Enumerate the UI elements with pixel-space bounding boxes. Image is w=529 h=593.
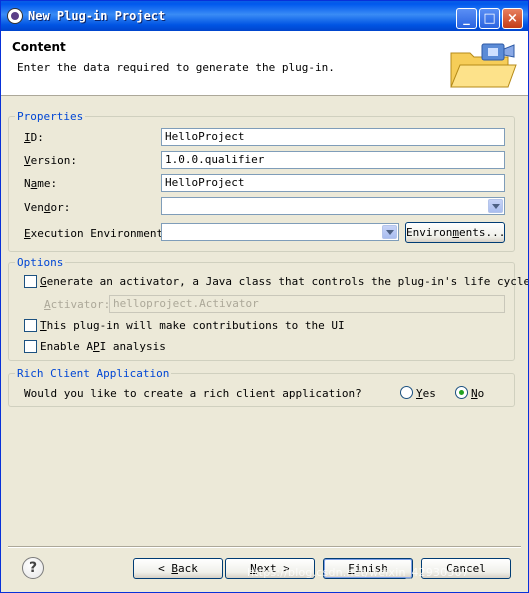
generate-activator-checkbox[interactable] [24, 275, 37, 288]
back-button[interactable]: < Back [133, 558, 223, 579]
no-radio[interactable] [455, 386, 468, 399]
minimize-button[interactable]: _ [456, 8, 477, 29]
api-analysis-checkbox[interactable] [24, 340, 37, 353]
activator-field[interactable]: helloproject.Activator [109, 295, 505, 313]
vendor-combo[interactable] [161, 197, 505, 215]
close-icon: × [507, 11, 518, 26]
properties-group-label: Properties [15, 110, 86, 123]
help-button[interactable]: ? [22, 557, 44, 579]
eclipse-icon [7, 8, 23, 24]
title-bar[interactable]: New Plug-in Project _ □ × [1, 1, 528, 31]
yes-label[interactable]: Yes [416, 387, 436, 400]
yes-radio[interactable] [400, 386, 413, 399]
execution-environment-combo[interactable] [161, 223, 399, 241]
chevron-down-icon[interactable] [382, 225, 397, 239]
generate-activator-label[interactable]: Generate an activator, a Java class that… [40, 275, 528, 288]
environments-button[interactable]: Environments... [405, 222, 505, 243]
dialog-window: New Plug-in Project _ □ × Content Enter … [0, 0, 529, 593]
maximize-button[interactable]: □ [479, 8, 500, 29]
activator-label: Activator: [44, 298, 111, 311]
window-title: New Plug-in Project [28, 9, 166, 23]
plugin-folder-icon [450, 43, 517, 88]
vendor-label: Vendor: [24, 201, 71, 214]
minimize-icon: _ [463, 11, 470, 26]
watermark-text: https://blog.csdn.net/weixin_42930507 [247, 566, 469, 579]
id-label: ID: [24, 131, 44, 144]
id-field[interactable]: HelloProject [161, 128, 505, 146]
no-label[interactable]: No [471, 387, 484, 400]
page-title: Content [12, 40, 66, 54]
chevron-down-icon[interactable] [488, 199, 503, 213]
rich-client-question: Would you like to create a rich client a… [24, 387, 362, 400]
ui-contributions-checkbox[interactable] [24, 319, 37, 332]
ui-contributions-label[interactable]: This plug-in will make contributions to … [40, 319, 345, 332]
page-description: Enter the data required to generate the … [17, 61, 335, 74]
maximize-icon: □ [483, 11, 496, 26]
name-field[interactable]: HelloProject [161, 174, 505, 192]
wizard-header: Content Enter the data required to gener… [1, 31, 528, 96]
options-group-label: Options [15, 256, 66, 269]
rich-client-group-label: Rich Client Application [15, 367, 172, 380]
name-label: Name: [24, 177, 58, 190]
version-field[interactable]: 1.0.0.qualifier [161, 151, 505, 169]
execution-environment-label: Execution Environment: [24, 227, 170, 240]
button-bar-separator [8, 546, 521, 548]
version-label: Version: [24, 154, 77, 167]
close-button[interactable]: × [502, 8, 523, 29]
api-analysis-label[interactable]: Enable API analysis [40, 340, 166, 353]
